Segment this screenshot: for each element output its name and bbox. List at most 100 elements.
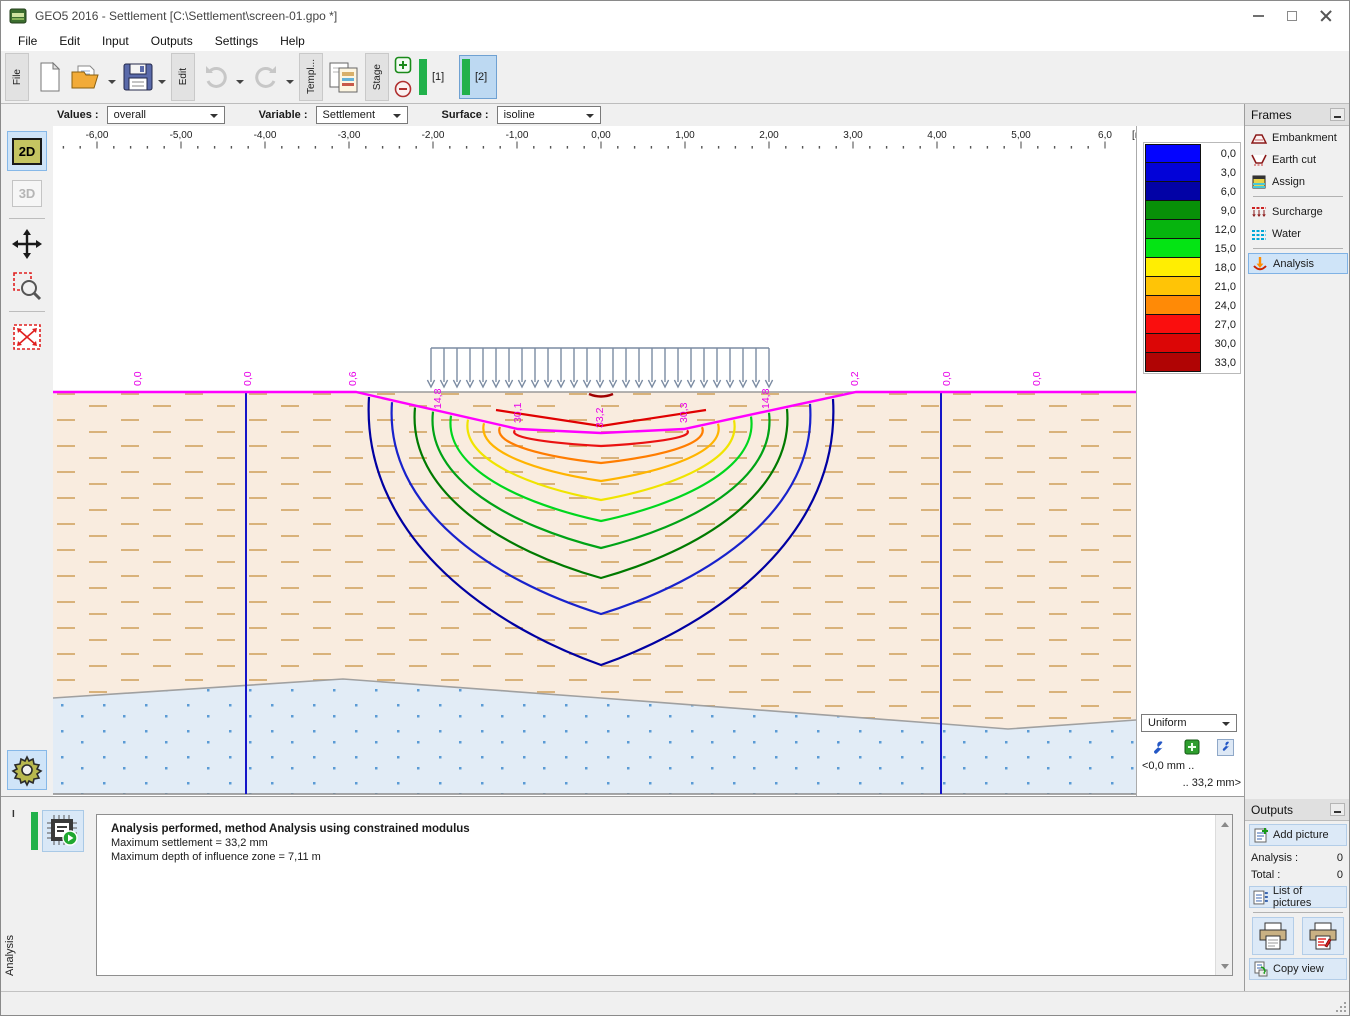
- frames-separator-1: [1253, 196, 1343, 197]
- add-picture-button[interactable]: Add picture: [1249, 824, 1347, 846]
- ruler-label: -2,00: [422, 130, 445, 141]
- menu-settings[interactable]: Settings: [204, 32, 269, 50]
- drawing-canvas[interactable]: -6,00-5,00-4,00-3,00-2,00-1,000,001,002,…: [53, 126, 1136, 796]
- save-button[interactable]: [120, 55, 156, 99]
- resize-grip-icon[interactable]: [1334, 1000, 1348, 1014]
- 3d-icon: 3D: [12, 180, 42, 207]
- earth-cut-icon: [1251, 152, 1267, 168]
- maximize-icon: [1287, 11, 1297, 21]
- total-count-row: Total : 0: [1245, 866, 1350, 883]
- color-scale-legend: 0,03,06,09,012,015,018,021,024,027,030,0…: [1143, 142, 1241, 374]
- remove-stage-button[interactable]: [394, 80, 412, 98]
- printer-marked-icon: [1307, 922, 1339, 950]
- minimize-button[interactable]: [1241, 5, 1275, 27]
- menu-file[interactable]: File: [7, 32, 48, 50]
- scale-range-min: <0,0 mm ..: [1142, 760, 1194, 772]
- maximize-button[interactable]: [1275, 5, 1309, 27]
- open-file-button[interactable]: [70, 55, 106, 99]
- ruler-label: 1,00: [675, 130, 695, 141]
- frame-item-embankment[interactable]: Embankment: [1248, 127, 1348, 148]
- fit-to-screen-button[interactable]: [7, 317, 47, 357]
- frame-item-analysis[interactable]: Analysis: [1248, 253, 1348, 274]
- view-3d-button[interactable]: 3D: [7, 173, 47, 213]
- add-stage-button[interactable]: [394, 56, 412, 74]
- analysis-result-line-2: Maximum depth of influence zone = 7,11 m: [111, 851, 1218, 865]
- analysis-stage-status-bar: [31, 812, 38, 850]
- values-dropdown[interactable]: overall: [107, 106, 225, 124]
- legend-value: 15,0: [1201, 243, 1239, 255]
- template-manager-button[interactable]: [326, 55, 362, 99]
- close-button[interactable]: [1309, 5, 1343, 27]
- settlement-value-label: 0,6: [347, 371, 359, 386]
- copy-view-button[interactable]: Copy view: [1249, 958, 1347, 980]
- analysis-count-row: Analysis : 0: [1245, 849, 1350, 866]
- zoom-select-button[interactable]: [7, 266, 47, 306]
- legend-row: 3,0: [1145, 163, 1239, 182]
- print-button[interactable]: [1252, 917, 1294, 955]
- ruler-label: 2,00: [759, 130, 779, 141]
- distribution-dropdown[interactable]: Uniform: [1141, 714, 1237, 732]
- menu-edit[interactable]: Edit: [48, 32, 91, 50]
- surcharge-icon: [1251, 204, 1267, 220]
- outputs-separator: [1253, 912, 1343, 913]
- add-scale-icon[interactable]: [1184, 739, 1200, 755]
- pan-tool-button[interactable]: [7, 224, 47, 264]
- settlement-value-label: 14,8: [432, 388, 444, 409]
- toolbar-group-template: Templ...: [299, 53, 323, 101]
- open-dropdown-arrow[interactable]: [108, 80, 116, 88]
- redo-dropdown-arrow[interactable]: [286, 80, 294, 88]
- legend-row: 18,0: [1145, 258, 1239, 277]
- analysis-result-title: Analysis performed, method Analysis usin…: [111, 823, 1218, 835]
- stage-2-button[interactable]: [2]: [459, 55, 497, 99]
- open-folder-icon: [70, 62, 106, 92]
- frame-item-water[interactable]: Water: [1248, 223, 1348, 244]
- scale-tools: Uniform <0,0 mm .. .. 33,2 mm>: [1137, 714, 1245, 796]
- window-title: GEO5 2016 - Settlement [C:\Settlement\sc…: [35, 9, 337, 23]
- scale-edit-button-icon[interactable]: [1217, 739, 1234, 756]
- legend-color-box: [1145, 258, 1201, 277]
- redo-button[interactable]: [248, 55, 284, 99]
- variable-dropdown[interactable]: Settlement: [316, 106, 408, 124]
- scroll-down-icon[interactable]: [1216, 958, 1233, 975]
- print-selection-button[interactable]: [1302, 917, 1344, 955]
- values-label: Values :: [57, 109, 99, 121]
- menu-help[interactable]: Help: [269, 32, 316, 50]
- frames-separator-2: [1253, 248, 1343, 249]
- legend-color-box: [1145, 277, 1201, 296]
- stage-1-button[interactable]: [1]: [417, 55, 455, 99]
- scale-settings-wrench-icon[interactable]: [1149, 739, 1166, 756]
- legend-row: 6,0: [1145, 182, 1239, 201]
- run-analysis-button[interactable]: [42, 810, 84, 852]
- list-of-pictures-button[interactable]: List of pictures: [1249, 886, 1347, 908]
- view-sidebar: 2D 3D: [1, 126, 53, 796]
- undo-dropdown-arrow[interactable]: [236, 80, 244, 88]
- legend-row: 15,0: [1145, 239, 1239, 258]
- undo-button[interactable]: [198, 55, 234, 99]
- new-file-button[interactable]: [32, 55, 68, 99]
- outputs-minimize-button[interactable]: [1330, 803, 1345, 816]
- total-count: 0: [1337, 869, 1343, 881]
- variable-label: Variable :: [259, 109, 308, 121]
- surface-dropdown[interactable]: isoline: [497, 106, 601, 124]
- frame-item-surcharge[interactable]: Surcharge: [1248, 201, 1348, 222]
- menu-outputs[interactable]: Outputs: [140, 32, 204, 50]
- zoom-selection-icon: [12, 271, 42, 301]
- stage-2-status-bar: [462, 59, 470, 95]
- view-2d-button[interactable]: 2D: [7, 131, 47, 171]
- frame-item-assign[interactable]: Assign: [1248, 171, 1348, 192]
- ruler-label: -4,00: [254, 130, 277, 141]
- legend-value: 9,0: [1201, 205, 1239, 217]
- ruler-label: 5,00: [1011, 130, 1031, 141]
- drawing-settings-button[interactable]: [7, 750, 47, 790]
- save-dropdown-arrow[interactable]: [158, 80, 166, 88]
- result-scrollbar[interactable]: [1215, 815, 1232, 975]
- status-bar: [1, 991, 1350, 1016]
- ruler-label: 0,00: [591, 130, 611, 141]
- minimize-icon: [1253, 15, 1264, 17]
- assign-icon: [1251, 174, 1267, 190]
- frame-item-earth-cut[interactable]: Earth cut: [1248, 149, 1348, 170]
- scroll-up-icon[interactable]: [1216, 815, 1233, 832]
- legend-color-box: [1145, 220, 1201, 239]
- frames-minimize-button[interactable]: [1330, 108, 1345, 121]
- menu-input[interactable]: Input: [91, 32, 140, 50]
